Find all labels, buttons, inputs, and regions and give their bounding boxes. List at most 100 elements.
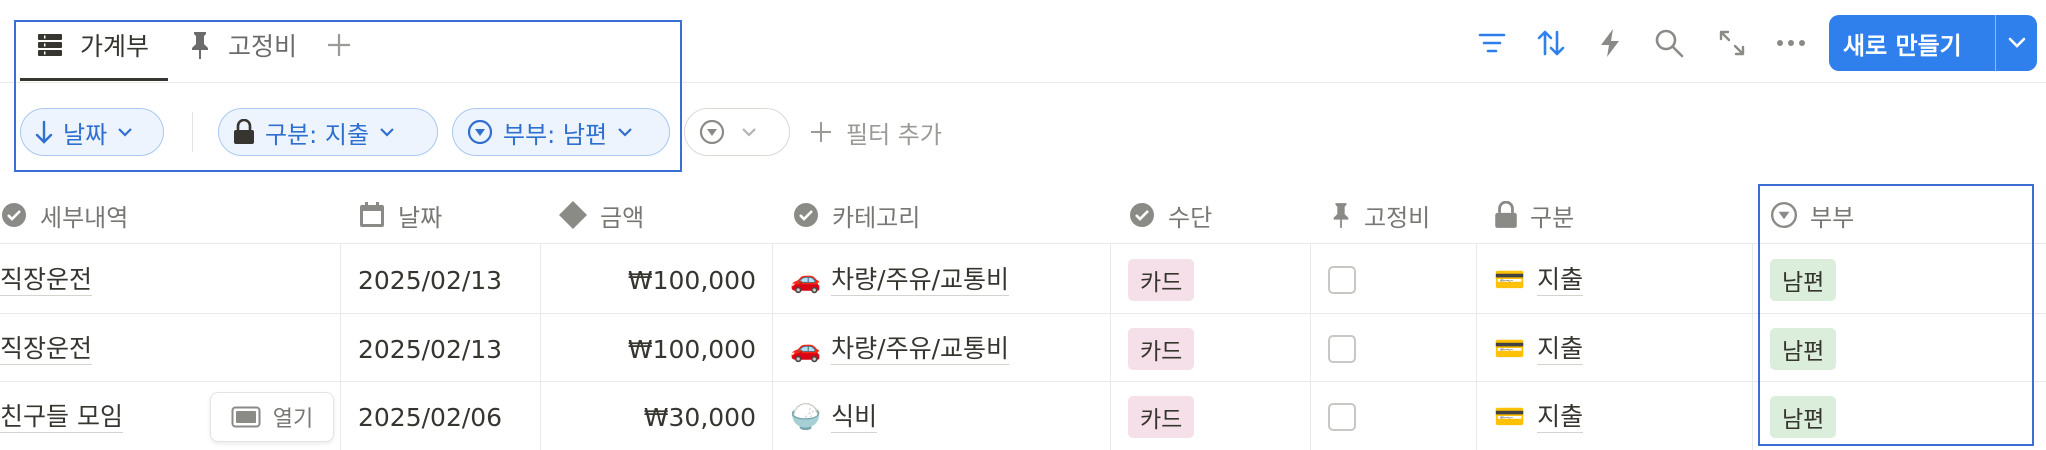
- cell-date[interactable]: 2025/02/13: [358, 247, 538, 313]
- table-icon: [36, 31, 64, 59]
- credit-card-icon: 💳: [1494, 334, 1526, 363]
- cell-category[interactable]: 🍚 식비: [790, 384, 1110, 450]
- column-header-label: 날짜: [398, 203, 443, 232]
- cell-couple[interactable]: 남편: [1770, 316, 1837, 382]
- tab-divider: [0, 82, 2046, 83]
- column-divider: [772, 243, 773, 450]
- cell-division-text: 지출: [1537, 333, 1584, 366]
- select-circle-icon: [467, 119, 493, 145]
- cell-couple[interactable]: 남편: [1770, 384, 1837, 450]
- column-header-category[interactable]: 카테고리: [792, 190, 920, 240]
- cell-date-text: 2025/02/13: [358, 265, 503, 295]
- cell-division-text: 지출: [1537, 401, 1584, 434]
- filter-icon[interactable]: [1475, 26, 1509, 60]
- chevron-down-icon: [617, 127, 633, 137]
- tab-fixed-costs[interactable]: 고정비: [188, 14, 297, 76]
- open-button[interactable]: 열기: [210, 392, 334, 442]
- more-icon[interactable]: [1774, 26, 1808, 60]
- lock-icon: [233, 119, 255, 145]
- cell-amount[interactable]: ₩30,000: [548, 384, 756, 450]
- expand-icon[interactable]: [1715, 26, 1749, 60]
- column-header-division[interactable]: 구분: [1494, 190, 1574, 240]
- filter-pill-couple[interactable]: 부부: 남편: [452, 108, 670, 156]
- cell-category[interactable]: 🚗 차량/주유/교통비: [790, 316, 1110, 382]
- pin-icon: [188, 30, 212, 60]
- check-circle-icon: [792, 201, 820, 229]
- tab-fixed-costs-label: 고정비: [228, 32, 298, 61]
- method-tag: 카드: [1128, 328, 1195, 370]
- fixed-checkbox[interactable]: [1328, 266, 1356, 294]
- cell-detail[interactable]: 직장운전: [0, 247, 330, 313]
- column-header-label: 카테고리: [832, 203, 921, 232]
- sort-pill-label: 날짜: [63, 120, 108, 149]
- cell-date[interactable]: 2025/02/13: [358, 316, 538, 382]
- column-divider: [540, 243, 541, 450]
- cell-method[interactable]: 카드: [1128, 384, 1195, 450]
- column-divider: [1476, 243, 1477, 450]
- column-header-detail[interactable]: 세부내역: [0, 190, 128, 240]
- cell-division[interactable]: 💳 지출: [1494, 384, 1584, 450]
- cell-detail[interactable]: 직장운전: [0, 316, 330, 382]
- cell-division[interactable]: 💳 지출: [1494, 247, 1584, 313]
- check-circle-icon: [0, 201, 28, 229]
- sort-pill[interactable]: 날짜: [20, 108, 164, 156]
- arrow-down-icon: [35, 120, 53, 144]
- column-header-label: 금액: [600, 203, 645, 232]
- chevron-down-icon: [117, 127, 133, 137]
- cell-fixed[interactable]: [1328, 247, 1356, 313]
- open-button-label: 열기: [272, 407, 314, 432]
- calendar-icon: [358, 201, 386, 229]
- cell-category[interactable]: 🚗 차량/주유/교통비: [790, 247, 1110, 313]
- number-diamond-icon: [558, 200, 588, 230]
- check-circle-icon: [1128, 201, 1156, 229]
- credit-card-icon: 💳: [1494, 265, 1526, 294]
- tab-ledger-label: 가계부: [80, 32, 150, 61]
- cell-amount-text: ₩100,000: [627, 265, 756, 295]
- cell-date-text: 2025/02/13: [358, 334, 503, 364]
- chevron-down-icon: [379, 127, 395, 137]
- cell-method[interactable]: 카드: [1128, 247, 1195, 313]
- cell-category-text: 식비: [831, 401, 878, 434]
- column-header-method[interactable]: 수단: [1128, 190, 1212, 240]
- cell-detail-text: 친구들 모임: [0, 401, 123, 434]
- cell-detail[interactable]: 친구들 모임: [0, 384, 200, 450]
- add-view-button[interactable]: [326, 14, 352, 76]
- cell-category-text: 차량/주유/교통비: [831, 333, 1009, 366]
- cell-detail-text: 직장운전: [0, 333, 93, 366]
- new-button[interactable]: 새로 만들기: [1829, 15, 2037, 71]
- sort-icon[interactable]: [1534, 26, 1568, 60]
- lightning-icon[interactable]: [1593, 26, 1627, 60]
- filter-pill-division-label: 구분: 지출: [265, 120, 370, 149]
- column-divider: [340, 243, 341, 450]
- plus-icon: [810, 121, 832, 143]
- couple-tag: 남편: [1770, 396, 1837, 438]
- cell-couple[interactable]: 남편: [1770, 247, 1837, 313]
- fixed-checkbox[interactable]: [1328, 403, 1356, 431]
- column-divider: [1752, 243, 1753, 450]
- column-header-label: 부부: [1810, 203, 1855, 232]
- column-header-fixed[interactable]: 고정비: [1330, 190, 1430, 240]
- cell-method[interactable]: 카드: [1128, 316, 1195, 382]
- column-header-amount[interactable]: 금액: [558, 190, 644, 240]
- row-divider: [0, 313, 2046, 314]
- cell-division[interactable]: 💳 지출: [1494, 316, 1584, 382]
- cell-fixed[interactable]: [1328, 316, 1356, 382]
- filter-pill-empty[interactable]: [684, 108, 790, 156]
- cell-fixed[interactable]: [1328, 384, 1356, 450]
- cell-amount[interactable]: ₩100,000: [548, 247, 756, 313]
- add-filter-button[interactable]: 필터 추가: [810, 112, 942, 152]
- cell-date[interactable]: 2025/02/06: [358, 384, 538, 450]
- chevron-down-icon: [741, 127, 757, 137]
- cell-amount-text: ₩30,000: [643, 402, 756, 432]
- cell-amount[interactable]: ₩100,000: [548, 316, 756, 382]
- select-circle-icon: [699, 119, 725, 145]
- active-tab-underline: [20, 78, 168, 81]
- tab-ledger[interactable]: 가계부: [36, 14, 149, 76]
- column-header-date[interactable]: 날짜: [358, 190, 442, 240]
- fixed-checkbox[interactable]: [1328, 335, 1356, 363]
- chevron-down-icon[interactable]: [1996, 15, 2037, 71]
- cell-amount-text: ₩100,000: [627, 334, 756, 364]
- filter-pill-division[interactable]: 구분: 지출: [218, 108, 438, 156]
- column-header-couple[interactable]: 부부: [1770, 190, 1854, 240]
- search-icon[interactable]: [1652, 26, 1686, 60]
